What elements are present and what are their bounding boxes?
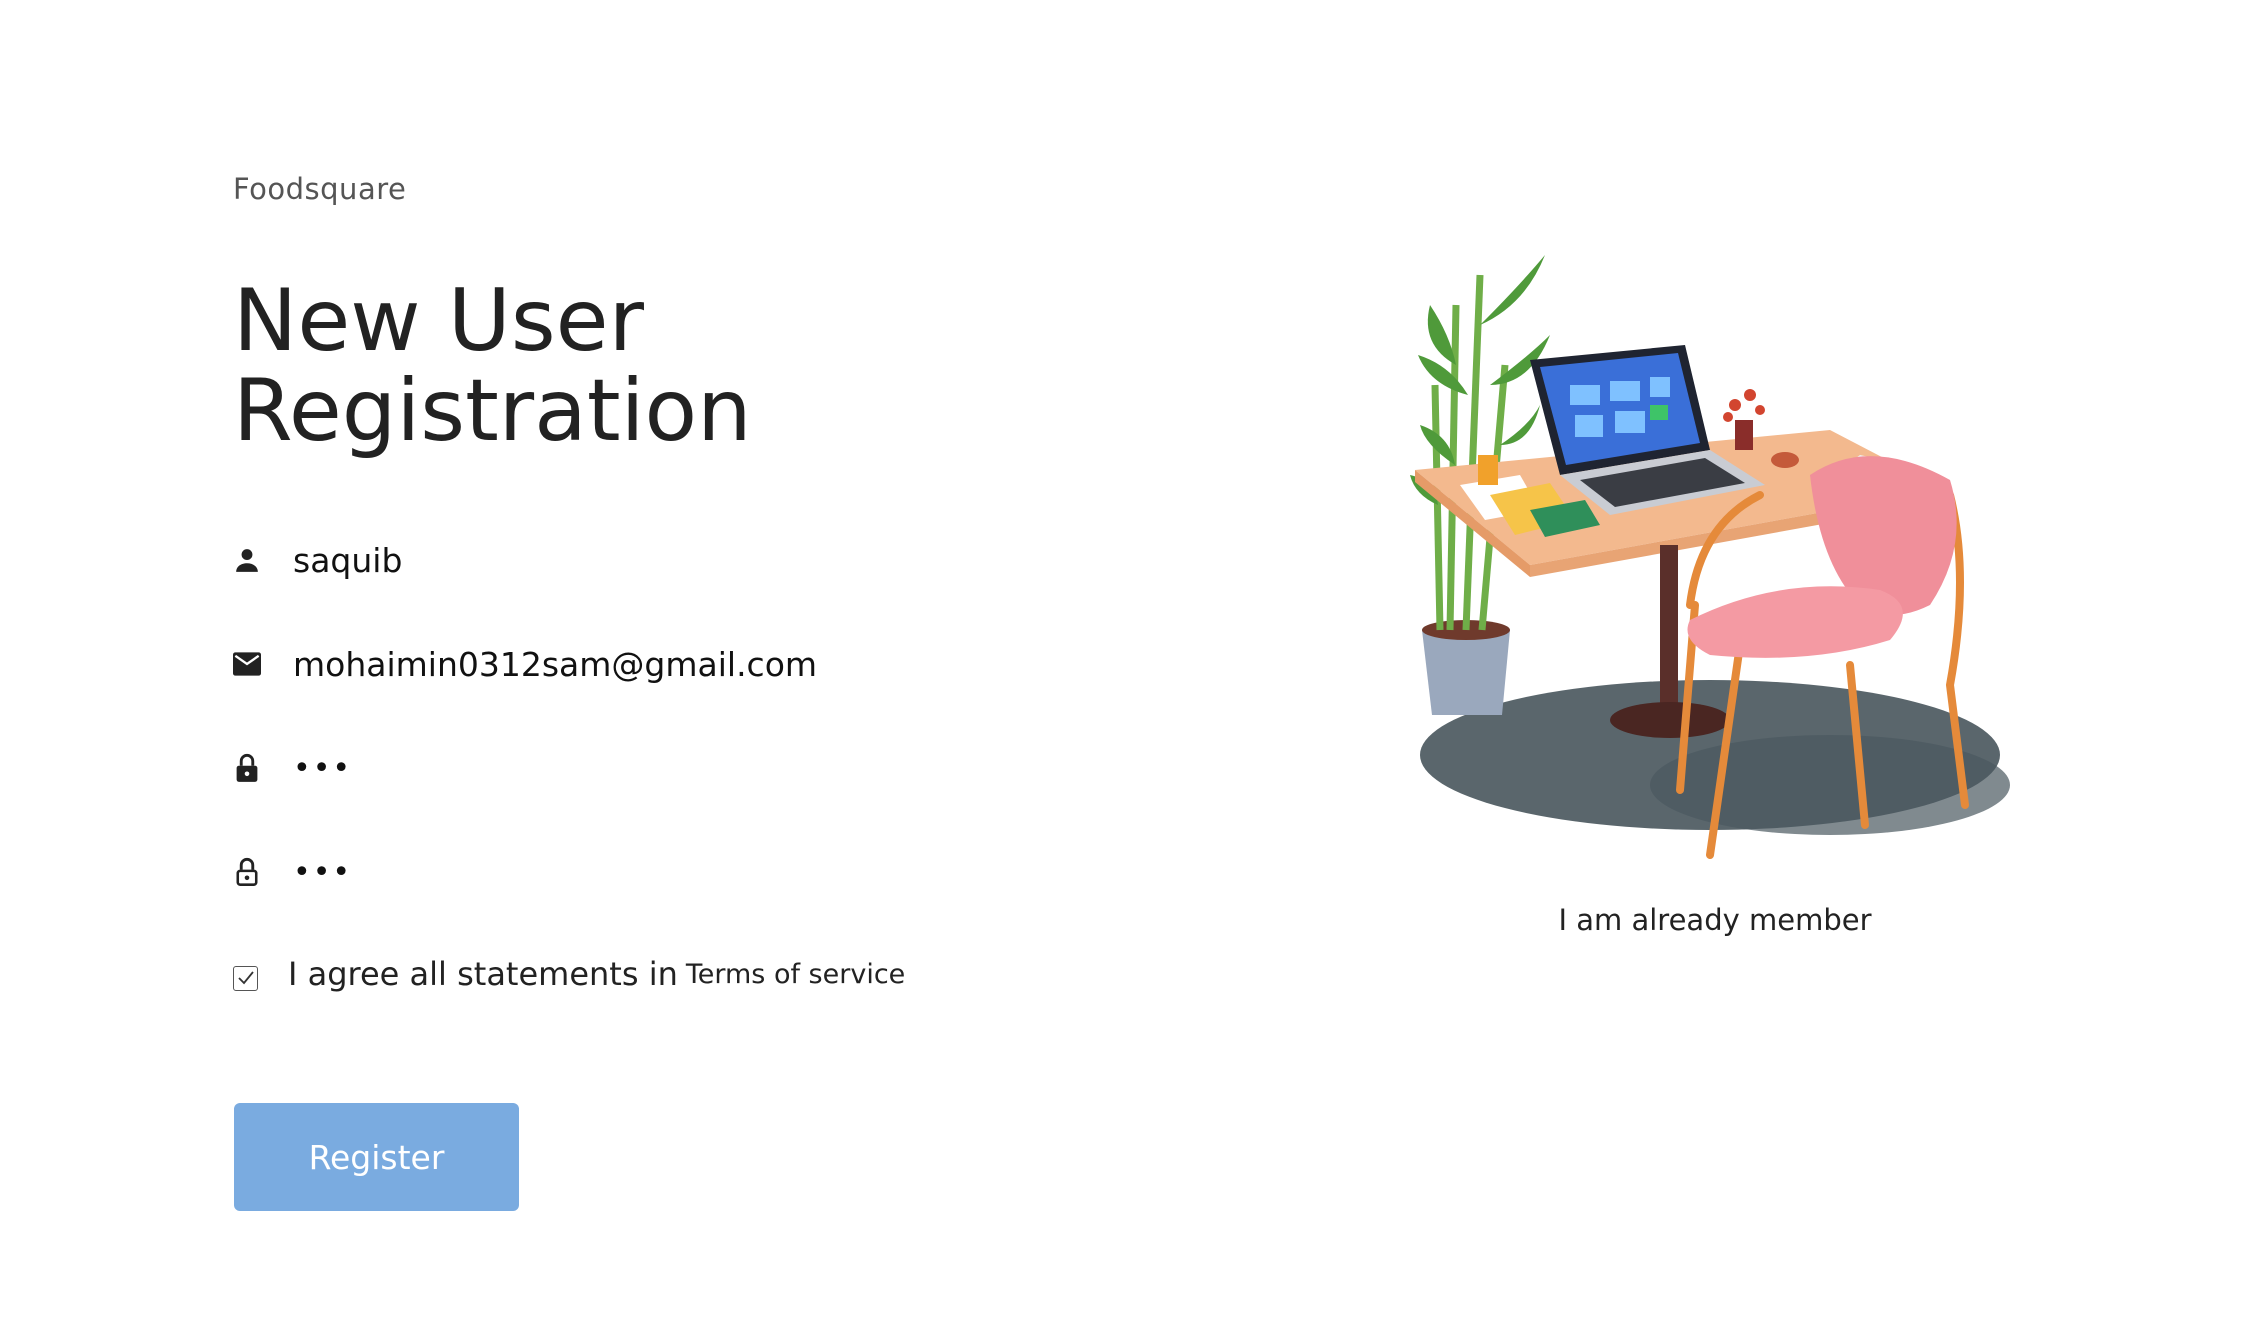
brand-name: Foodsquare (233, 172, 407, 206)
password-input[interactable] (293, 743, 913, 793)
name-input[interactable] (293, 535, 913, 585)
lock-outline-icon (233, 856, 261, 888)
password-field-row (233, 738, 933, 798)
terms-checkbox[interactable] (233, 965, 258, 991)
repeat-password-input[interactable] (293, 847, 913, 897)
email-input[interactable] (293, 639, 913, 689)
desk-illustration (1410, 255, 2010, 859)
terms-agreement-row: I agree all statements in Terms of servi… (233, 955, 1033, 993)
register-button[interactable]: Register (234, 1103, 519, 1211)
check-icon (237, 971, 254, 985)
already-member-link[interactable]: I am already member (1440, 903, 1990, 937)
page-title: New User Registration (233, 271, 752, 461)
person-icon (233, 544, 261, 576)
name-field-row (233, 530, 933, 590)
terms-of-service-link[interactable]: Terms of service (686, 959, 905, 990)
lock-icon (233, 752, 261, 784)
repeat-password-field-row (233, 842, 933, 902)
agree-label: I agree all statements in (288, 955, 678, 993)
envelope-icon (233, 648, 261, 680)
registration-page: Foodsquare New User Registration I agree (0, 0, 2242, 1338)
email-field-row (233, 634, 933, 694)
